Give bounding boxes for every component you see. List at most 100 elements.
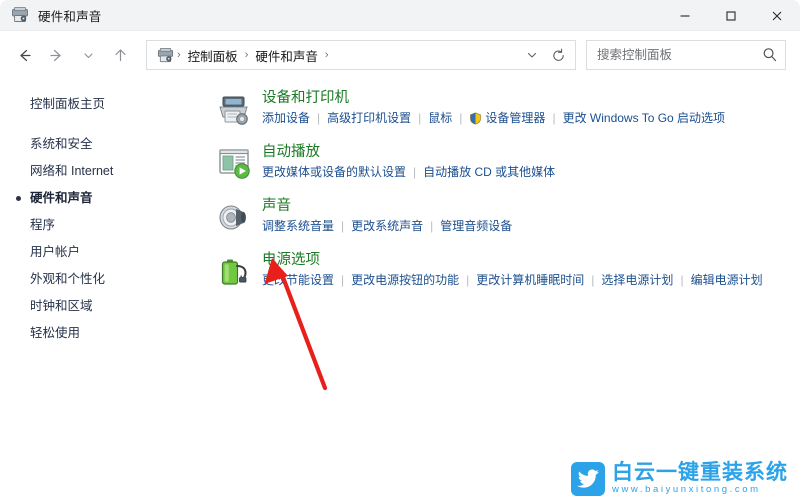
control-panel-window: 硬件和声音 › 控制面板 › 硬件和声音 › 搜索控制面板 控制面板主页 系统和… [0, 0, 800, 504]
sidebar-item-system-and-security[interactable]: 系统和安全 [0, 131, 207, 158]
link-device-manager[interactable]: 设备管理器 [469, 110, 545, 126]
up-button[interactable] [104, 39, 136, 71]
link-change-when-computer-sleeps[interactable]: 更改计算机睡眠时间 [476, 272, 584, 288]
category-power-options: 电源选项 更改节能设置 | 更改电源按钮的功能 | 更改计算机睡眠时间 | 选择… [211, 250, 800, 290]
search-icon[interactable] [761, 46, 779, 64]
category-sound: 声音 调整系统音量 | 更改系统声音 | 管理音频设备 [211, 196, 800, 236]
sidebar-item-label: 时钟和区域 [30, 299, 93, 313]
chevron-down-icon [83, 52, 93, 58]
printer-icon[interactable] [215, 90, 253, 128]
bird-icon [571, 461, 605, 496]
sidebar-item-label: 硬件和声音 [30, 191, 93, 205]
sidebar-item-label: 网络和 Internet [30, 164, 114, 178]
refresh-icon [552, 48, 564, 61]
sidebar-item-user-accounts[interactable]: 用户帐户 [0, 239, 207, 266]
sidebar-item-programs[interactable]: 程序 [0, 212, 207, 239]
link-play-cd-or-other-media[interactable]: 自动播放 CD 或其他媒体 [423, 164, 555, 180]
close-button[interactable] [754, 0, 800, 31]
arrow-left-icon [19, 49, 31, 61]
minimize-button[interactable] [662, 0, 708, 31]
sidebar-item-label: 程序 [30, 218, 56, 232]
sidebar-item-ease-of-access[interactable]: 轻松使用 [0, 320, 207, 347]
link-choose-power-plan[interactable]: 选择电源计划 [601, 272, 673, 288]
address-dropdown-button[interactable] [519, 42, 545, 68]
control-panel-icon [12, 7, 28, 22]
sidebar-item-label: 轻松使用 [30, 326, 81, 340]
link-divider: | [552, 111, 556, 125]
forward-button[interactable] [40, 39, 72, 71]
autoplay-icon[interactable] [215, 144, 253, 182]
category-title-autoplay[interactable]: 自动播放 [262, 143, 320, 162]
link-adjust-system-volume[interactable]: 调整系统音量 [262, 218, 334, 234]
address-bar[interactable]: › 控制面板 › 硬件和声音 › [146, 40, 576, 70]
maximize-icon [726, 10, 736, 21]
control-panel-icon [157, 47, 174, 62]
sidebar-item-label: 控制面板主页 [30, 97, 106, 111]
arrow-right-icon [49, 49, 61, 61]
battery-plug-icon[interactable] [215, 252, 253, 290]
category-links: 更改媒体或设备的默认设置 | 自动播放 CD 或其他媒体 [262, 164, 555, 180]
category-title-devices-and-printers[interactable]: 设备和打印机 [262, 89, 349, 108]
sidebar-item-label: 用户帐户 [30, 245, 81, 259]
sidebar-item-label: 系统和安全 [30, 137, 93, 151]
sidebar-item-network-and-internet[interactable]: 网络和 Internet [0, 158, 207, 185]
link-divider: | [341, 219, 345, 233]
link-mouse[interactable]: 鼠标 [428, 110, 452, 126]
sidebar-item-appearance-and-personalization[interactable]: 外观和个性化 [0, 266, 207, 293]
window-title: 硬件和声音 [38, 9, 102, 24]
sidebar-item-clock-and-region[interactable]: 时钟和区域 [0, 293, 207, 320]
refresh-button[interactable] [545, 42, 571, 68]
category-body: 自动播放 更改媒体或设备的默认设置 | 自动播放 CD 或其他媒体 [262, 142, 555, 180]
link-divider: | [680, 273, 684, 287]
watermark: 白云一键重装系统 www.baiyunxitong.com [571, 461, 788, 496]
sidebar-item-label: 外观和个性化 [30, 272, 106, 286]
sidebar: 控制面板主页 系统和安全 网络和 Internet 硬件和声音 程序 用户帐户 … [0, 79, 207, 504]
breadcrumb-item-hardware-and-sound[interactable]: 硬件和声音 [249, 44, 324, 67]
watermark-url: www.baiyunxitong.com [612, 484, 761, 495]
category-title-sound[interactable]: 声音 [262, 197, 291, 216]
close-icon [772, 11, 782, 20]
category-body: 电源选项 更改节能设置 | 更改电源按钮的功能 | 更改计算机睡眠时间 | 选择… [262, 250, 763, 288]
minimize-icon [680, 14, 690, 17]
arrow-up-icon [114, 48, 126, 61]
search-input[interactable] [597, 48, 761, 62]
category-links: 更改节能设置 | 更改电源按钮的功能 | 更改计算机睡眠时间 | 选择电源计划 … [262, 272, 763, 288]
title-bar: 硬件和声音 [0, 0, 800, 31]
link-advanced-printer-settings[interactable]: 高级打印机设置 [327, 110, 411, 126]
link-change-system-sounds[interactable]: 更改系统声音 [351, 218, 423, 234]
link-divider: | [341, 273, 345, 287]
search-box[interactable] [586, 40, 786, 70]
category-links: 调整系统音量 | 更改系统声音 | 管理音频设备 [262, 218, 512, 234]
shield-icon [470, 112, 482, 125]
current-item-bullet [16, 196, 21, 201]
link-windows-to-go-startup-options[interactable]: 更改 Windows To Go 启动选项 [563, 110, 725, 126]
speaker-icon[interactable] [215, 198, 253, 236]
link-divider: | [466, 273, 470, 287]
watermark-text: 白云一键重装系统 www.baiyunxitong.com [612, 461, 788, 496]
maximize-button[interactable] [708, 0, 754, 31]
link-add-device[interactable]: 添加设备 [262, 110, 310, 126]
back-button[interactable] [8, 39, 40, 71]
link-change-power-saving-settings[interactable]: 更改节能设置 [262, 272, 334, 288]
category-body: 声音 调整系统音量 | 更改系统声音 | 管理音频设备 [262, 196, 512, 234]
category-links: 添加设备 | 高级打印机设置 | 鼠标 | 设备管理器 | 更改 Windows… [262, 110, 725, 126]
category-autoplay: 自动播放 更改媒体或设备的默认设置 | 自动播放 CD 或其他媒体 [211, 142, 800, 182]
link-divider: | [459, 111, 463, 125]
link-divider: | [413, 165, 417, 179]
navigation-toolbar: › 控制面板 › 硬件和声音 › [0, 31, 800, 79]
sidebar-item-hardware-and-sound[interactable]: 硬件和声音 [0, 185, 207, 212]
content-area: 控制面板主页 系统和安全 网络和 Internet 硬件和声音 程序 用户帐户 … [0, 79, 800, 504]
sidebar-item-home[interactable]: 控制面板主页 [0, 91, 207, 118]
recent-locations-button[interactable] [72, 39, 104, 71]
category-title-power-options[interactable]: 电源选项 [262, 251, 320, 270]
breadcrumb-item-control-panel[interactable]: 控制面板 [182, 44, 244, 67]
link-divider: | [317, 111, 321, 125]
link-change-what-power-buttons-do[interactable]: 更改电源按钮的功能 [351, 272, 459, 288]
link-manage-audio-devices[interactable]: 管理音频设备 [440, 218, 512, 234]
link-edit-power-plan[interactable]: 编辑电源计划 [691, 272, 763, 288]
watermark-brand: 白云一键重装系统 [612, 461, 788, 484]
link-change-default-settings-for-media[interactable]: 更改媒体或设备的默认设置 [262, 164, 406, 180]
category-body: 设备和打印机 添加设备 | 高级打印机设置 | 鼠标 | 设备管理器 | 更改 … [262, 88, 725, 126]
breadcrumb-separator-trailing: › [324, 49, 329, 61]
link-divider: | [418, 111, 422, 125]
